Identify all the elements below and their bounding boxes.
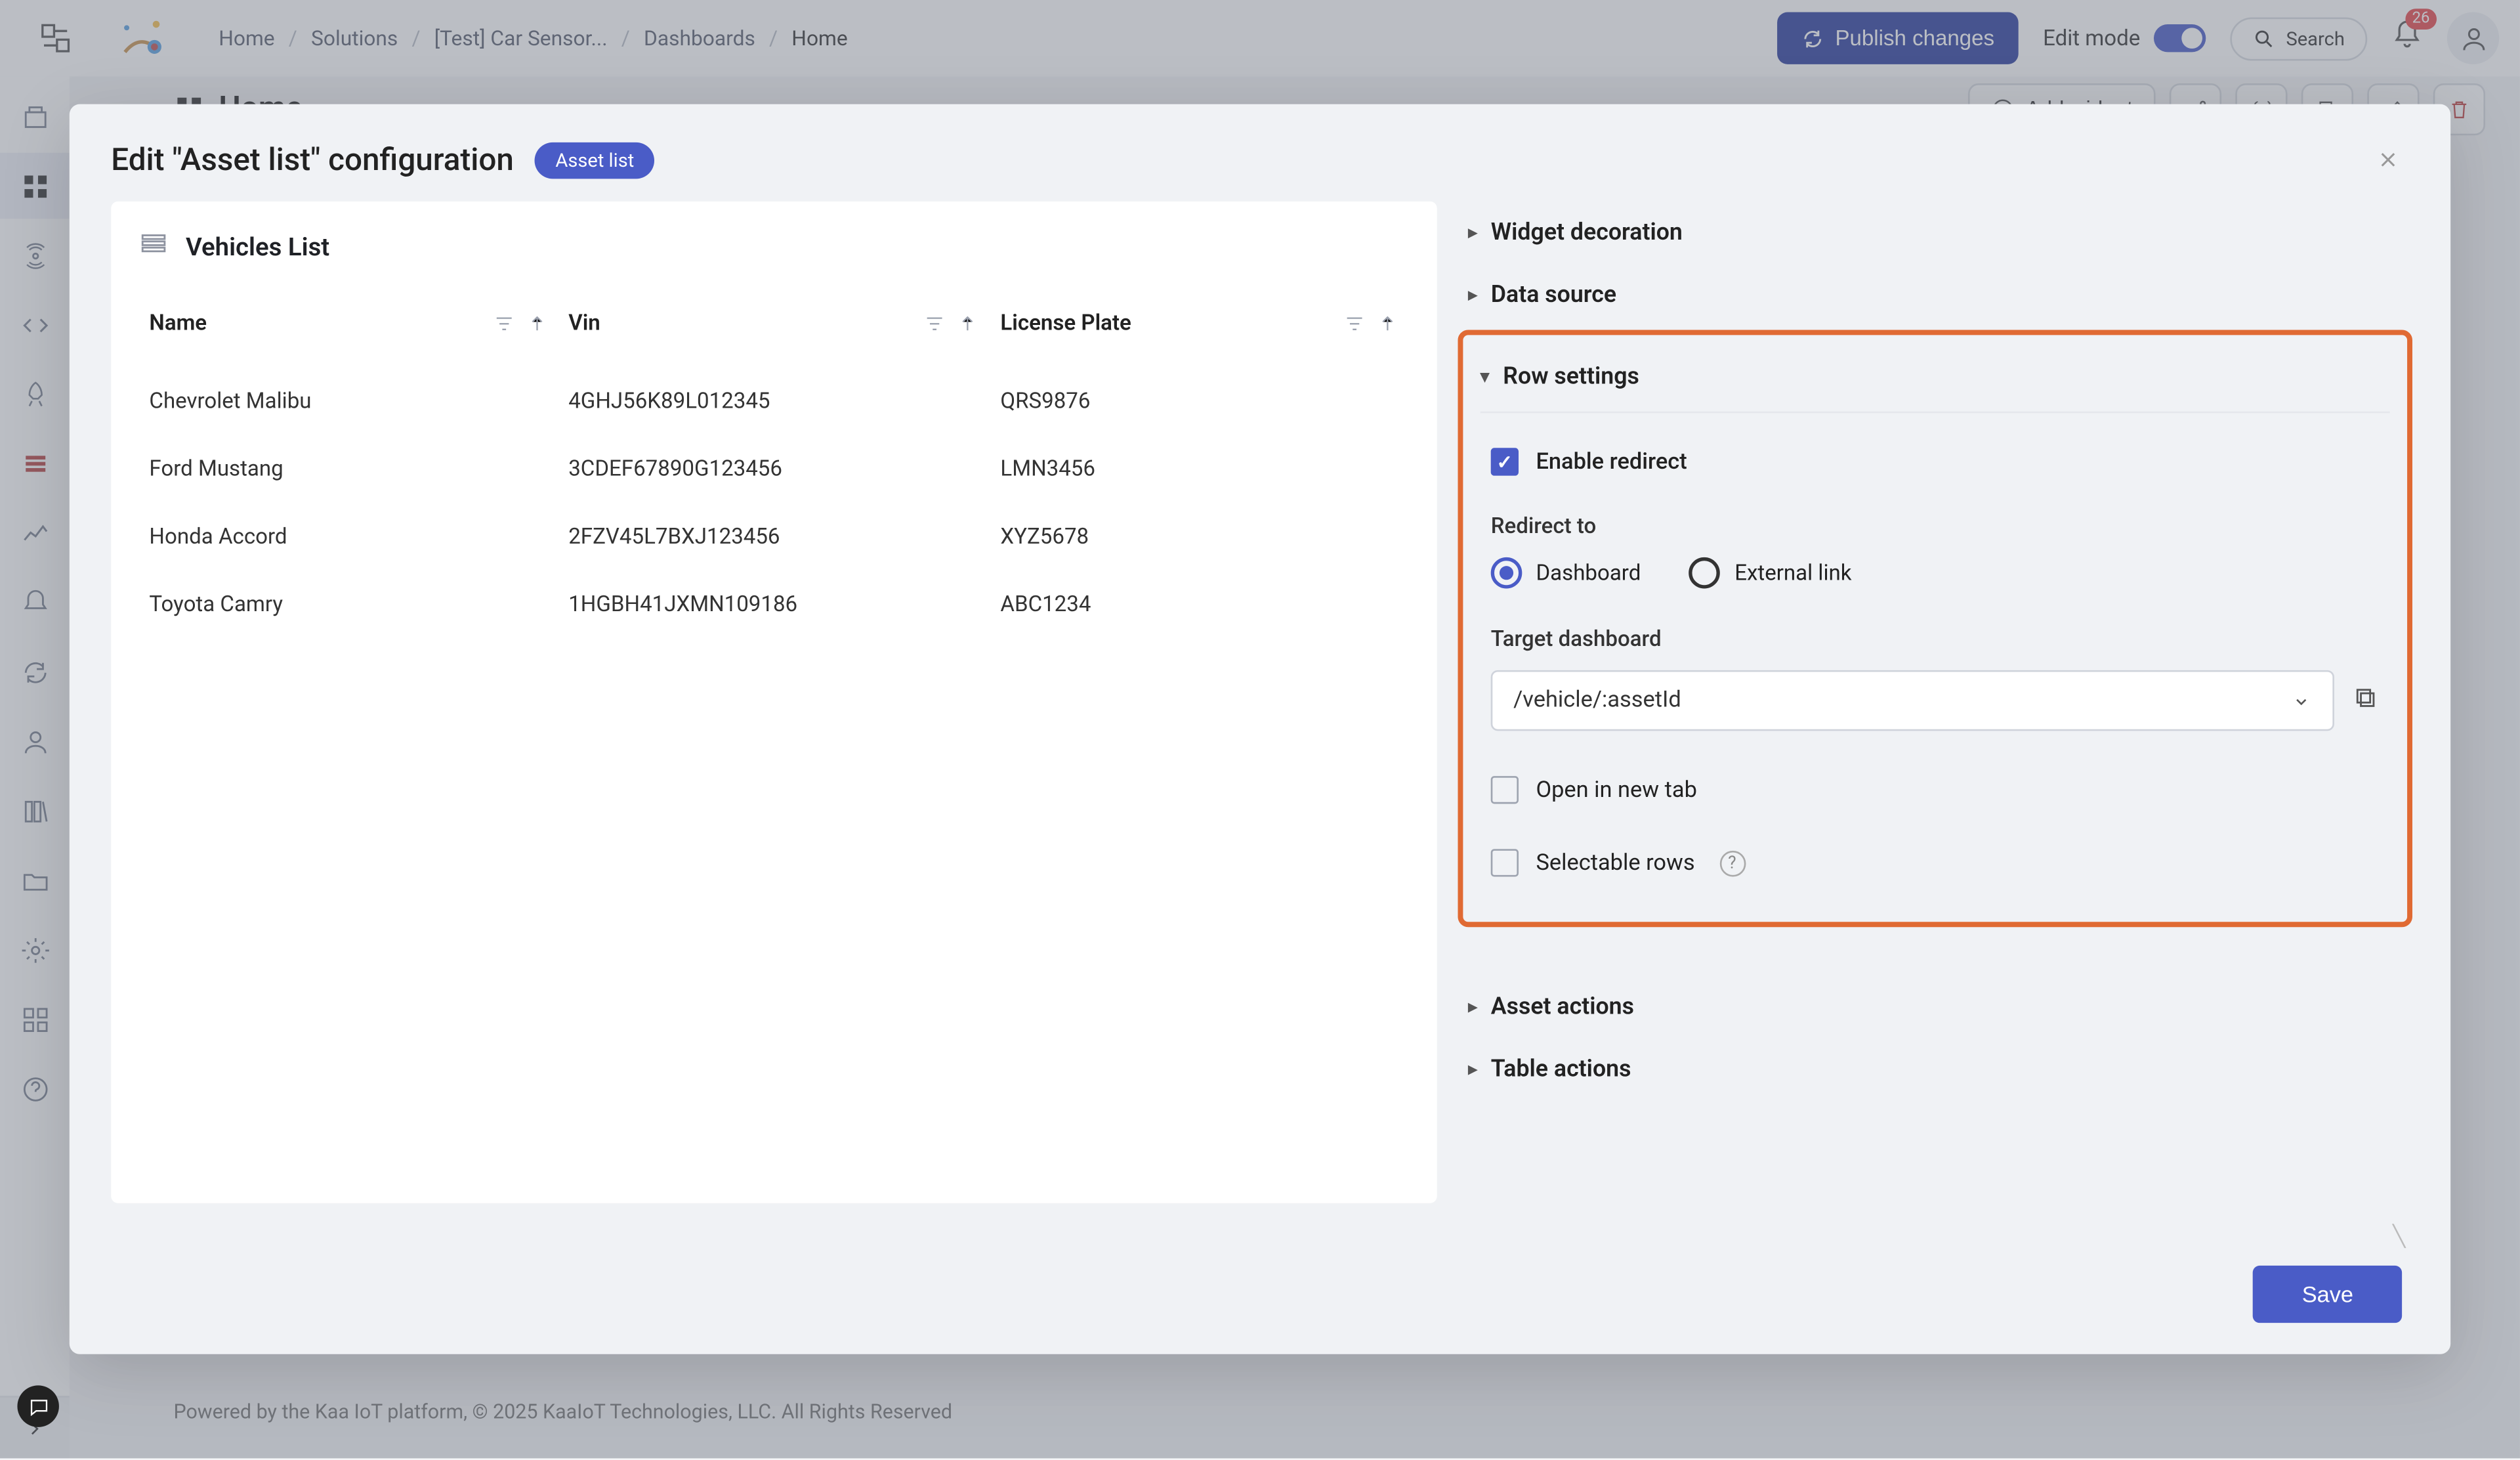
section-data-source[interactable]: ▸Data source <box>1458 264 2412 326</box>
preview-panel: Vehicles List Name Vin <box>111 202 1437 1203</box>
col-vin: Vin <box>568 311 600 337</box>
table-row[interactable]: Honda Accord2FZV45L7BXJ123456XYZ5678 <box>139 504 1410 571</box>
settings-panel: ▸Widget decoration ▸Data source ▾Row set… <box>1458 202 2422 1203</box>
enable-redirect-row[interactable]: Enable redirect <box>1491 437 2380 486</box>
chevron-down-icon: ▾ <box>1480 367 1489 386</box>
section-row-settings[interactable]: ▾Row settings <box>1480 356 2390 413</box>
copy-path-button[interactable] <box>2351 683 2379 718</box>
modal-close-button[interactable] <box>2367 139 2408 181</box>
target-dashboard-select[interactable]: /vehicle/:assetId <box>1491 670 2334 731</box>
radio-external-link[interactable]: External link <box>1689 557 1851 589</box>
radio-external-input[interactable] <box>1689 557 1721 589</box>
sort-icon[interactable] <box>1376 312 1398 335</box>
chevron-down-icon <box>2291 690 2312 711</box>
section-table-actions[interactable]: ▸Table actions <box>1458 1038 2412 1100</box>
close-icon <box>2376 148 2400 172</box>
chevron-right-icon: ▸ <box>1468 223 1477 242</box>
open-new-tab-row[interactable]: Open in new tab <box>1491 765 2380 814</box>
filter-icon[interactable] <box>924 312 946 335</box>
preview-title: Vehicles List <box>186 232 329 262</box>
chat-icon <box>27 1395 49 1417</box>
list-icon <box>139 229 169 266</box>
row-settings-highlight: ▾Row settings Enable redirect Redirect t… <box>1458 330 2412 927</box>
section-widget-decoration[interactable]: ▸Widget decoration <box>1458 202 2412 264</box>
enable-redirect-checkbox[interactable] <box>1491 448 1519 475</box>
col-plate: License Plate <box>1000 311 1131 337</box>
sort-icon[interactable] <box>957 312 979 335</box>
sort-icon[interactable] <box>525 312 547 335</box>
resize-grip-icon[interactable]: ╲ <box>2393 1224 2416 1248</box>
section-asset-actions[interactable]: ▸Asset actions <box>1458 976 2412 1038</box>
filter-icon[interactable] <box>492 312 514 335</box>
table-row[interactable]: Toyota Camry1HGBH41JXMN109186ABC1234 <box>139 571 1410 639</box>
copy-icon <box>2351 683 2379 711</box>
target-dashboard-label: Target dashboard <box>1491 627 2380 653</box>
radio-dashboard[interactable]: Dashboard <box>1491 557 1641 589</box>
selectable-rows-row[interactable]: Selectable rows ? <box>1491 838 2380 887</box>
modal-title: Edit "Asset list" configuration <box>111 142 514 179</box>
help-icon[interactable]: ? <box>1719 850 1746 876</box>
widget-type-chip: Asset list <box>535 142 655 179</box>
chevron-right-icon: ▸ <box>1468 1060 1477 1079</box>
save-button[interactable]: Save <box>2254 1266 2402 1323</box>
table-row[interactable]: Chevrolet Malibu4GHJ56K89L012345QRS9876 <box>139 368 1410 436</box>
col-name: Name <box>149 311 207 337</box>
radio-dashboard-input[interactable] <box>1491 557 1522 589</box>
chevron-right-icon: ▸ <box>1468 997 1477 1016</box>
filter-icon[interactable] <box>1343 312 1366 335</box>
table-row[interactable]: Ford Mustang3CDEF67890G123456LMN3456 <box>139 436 1410 504</box>
redirect-to-label: Redirect to <box>1491 514 2380 540</box>
chat-fab[interactable] <box>17 1385 58 1427</box>
edit-config-modal: Edit "Asset list" configuration Asset li… <box>70 104 2450 1354</box>
preview-table: Name Vin License Plate <box>139 293 1410 639</box>
open-new-tab-checkbox[interactable] <box>1491 776 1519 804</box>
chevron-right-icon: ▸ <box>1468 286 1477 305</box>
selectable-rows-checkbox[interactable] <box>1491 849 1519 876</box>
